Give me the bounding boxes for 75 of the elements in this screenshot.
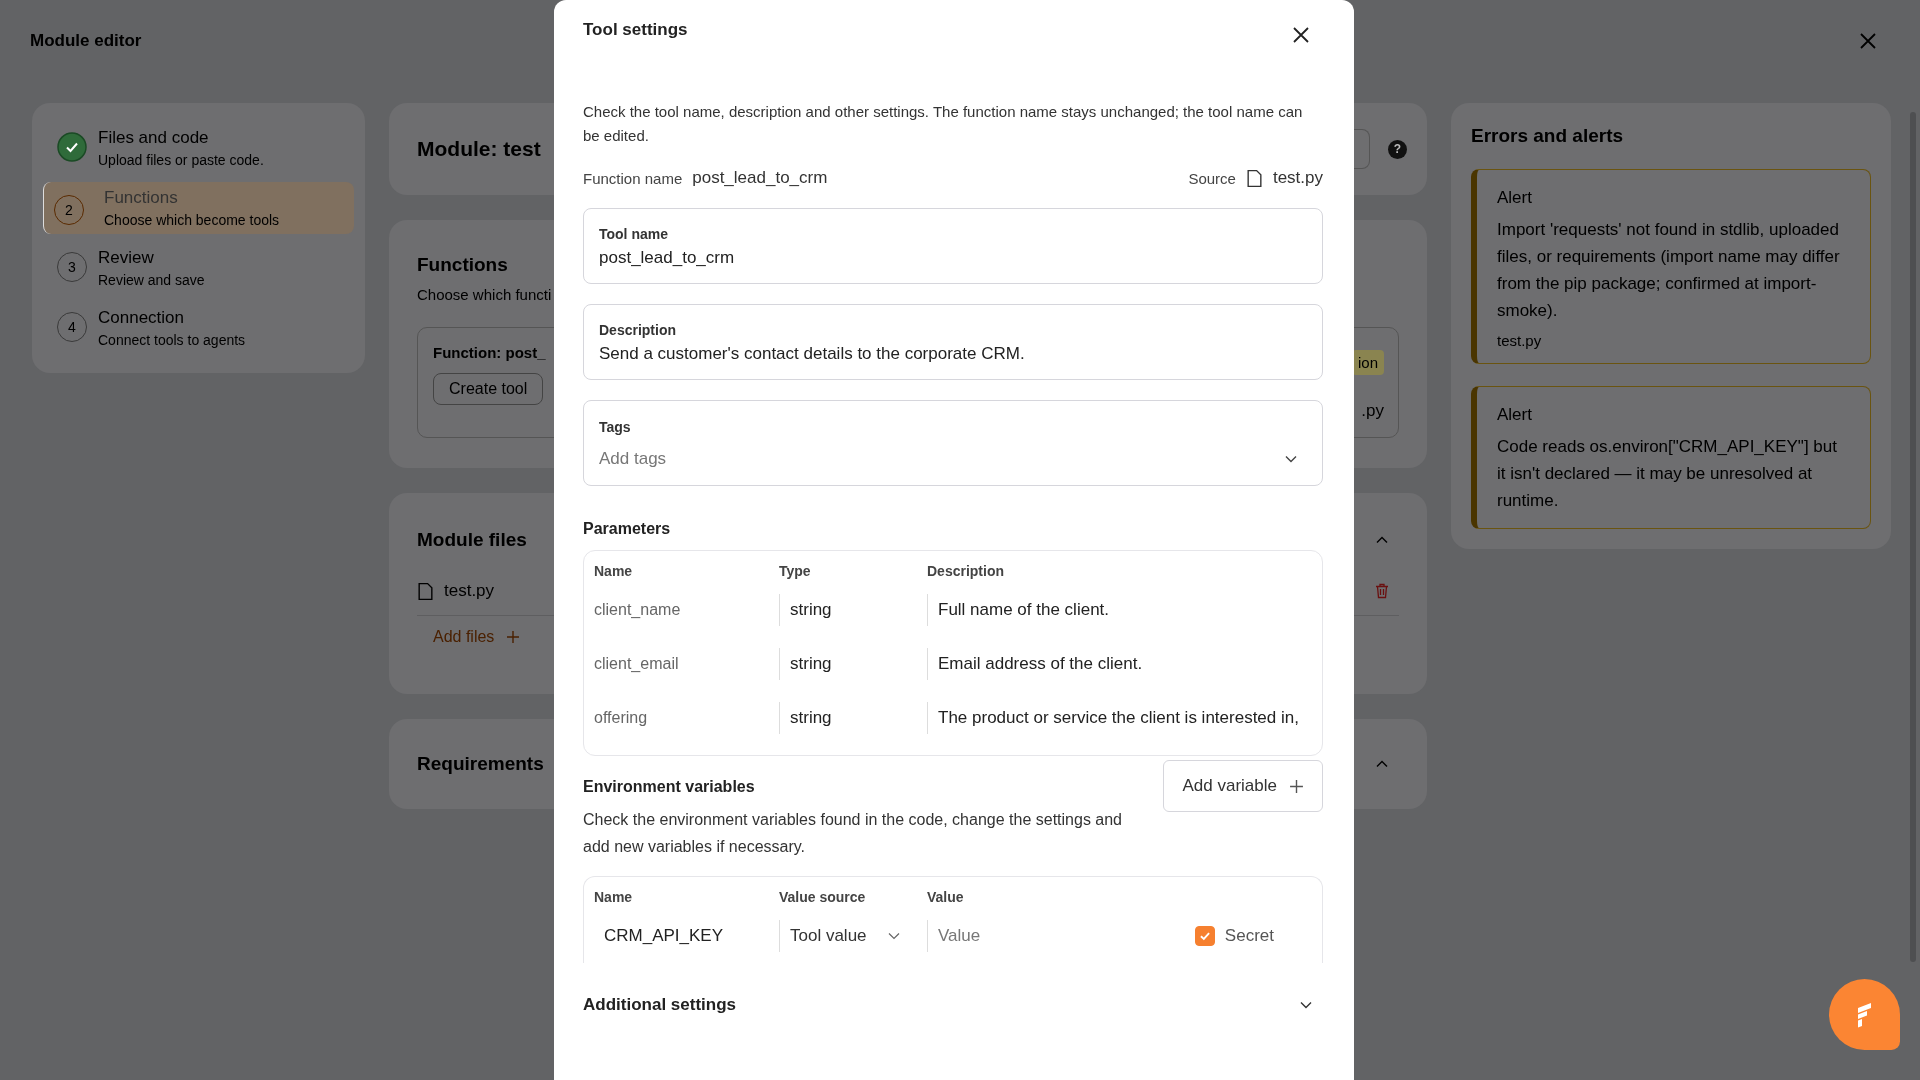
step-item[interactable]: Files and code Upload files or paste code. (43, 122, 354, 174)
trash-icon[interactable] (1375, 583, 1389, 599)
function-name: post_lead_to_crm (692, 168, 828, 188)
dialog-description: Check the tool name, description and other settings. The function name stays unchanged; the tool name can be edited. (583, 102, 1304, 146)
value-source-select[interactable]: Tool value (779, 920, 927, 952)
field-input[interactable]: Send a customer's contact details to the corporate CRM. (599, 344, 1308, 364)
additional-settings-toggle[interactable]: Additional settings (583, 995, 1323, 1015)
column-header: Description (927, 563, 1005, 579)
file-name: test.py (444, 581, 495, 601)
step-item[interactable]: 2 Functions Choose which become tools (43, 182, 354, 234)
step-title: Files and code (98, 128, 210, 148)
alert-message: Code reads os.environ["CRM_API_KEY"] but it isn't declared — it may be unresolved at runtime. (1497, 436, 1838, 512)
panel-title: Errors and alerts (1471, 125, 1625, 147)
tool-name-field[interactable]: Tool name post_lead_to_crm (583, 208, 1323, 284)
alert-title: Alert (1497, 188, 1533, 208)
section-description: Check the environment variables found in the code, change the settings and add new variables if necessary. (583, 810, 1123, 857)
type-field[interactable]: string (779, 594, 927, 626)
description-field[interactable]: Description Send a customer's contact details to the corporate CRM. (583, 304, 1323, 380)
file-icon (417, 581, 434, 601)
alert-file: test.py (1497, 332, 1543, 349)
step-subtitle: Review and save (98, 272, 205, 288)
column-header: Name (594, 563, 634, 579)
dialog-title: Tool settings (583, 20, 688, 40)
create-tool-button[interactable]: Create tool (433, 373, 544, 405)
column-header: Name (594, 889, 634, 905)
step-item[interactable]: 3 Review Review and save (43, 242, 354, 294)
section-subtitle: Choose which functi (417, 286, 552, 303)
source-label: Source (1188, 169, 1236, 187)
field-label: Tags (599, 419, 631, 435)
field-label: Description (599, 322, 676, 338)
type-field[interactable]: string (779, 648, 927, 680)
section-title: Environment variables (583, 778, 756, 796)
parameter-description-field[interactable]: The product or service the client is interested in, (927, 702, 1312, 734)
plus-icon (506, 630, 521, 644)
close-icon[interactable] (1291, 25, 1311, 45)
section-title: Requirements (417, 753, 544, 775)
value-field[interactable]: Value (927, 920, 1195, 952)
section-title: Parameters (583, 520, 672, 538)
field-input[interactable]: post_lead_to_crm (599, 248, 1308, 268)
parameter-description-field[interactable]: Email address of the client. (927, 648, 1312, 680)
column-header: Value (927, 889, 965, 905)
step-item[interactable]: 4 Connection Connect tools to agents (43, 302, 354, 354)
page-title: Module editor (30, 31, 142, 51)
alert-title: Alert (1497, 405, 1533, 425)
source-file: test.py (1272, 168, 1323, 188)
plus-icon (1289, 778, 1304, 794)
source-file: .py (1361, 401, 1384, 421)
step-title: Functions (104, 188, 179, 208)
parameter-name: client_email (594, 655, 680, 673)
secret-checkbox[interactable] (1194, 926, 1215, 946)
step-subtitle: Upload files or paste code. (98, 152, 264, 168)
column-header: Value source (779, 889, 867, 905)
section-title: Functions (417, 254, 508, 276)
function-title: Function: post_ (433, 344, 546, 361)
step-title: Review (98, 248, 155, 268)
tags-field[interactable]: Tags Add tags (583, 400, 1323, 486)
checkbox-label: Secret (1224, 926, 1274, 946)
help-icon[interactable]: ? (1388, 139, 1407, 159)
alert-message: Import 'requests' not found in stdlib, uploaded files, or requirements (import name may differ from the pip package; confirmed at import-smoke). (1497, 219, 1841, 322)
module-title: Module: test (417, 137, 541, 161)
step-subtitle: Choose which become tools (104, 212, 280, 228)
step-subtitle: Connect tools to agents (98, 332, 246, 348)
parameter-name: client_name (594, 601, 682, 619)
step-title: Connection (98, 308, 185, 328)
add-variable-button[interactable]: Add variable (1163, 760, 1323, 812)
column-header: Type (779, 563, 812, 579)
file-icon (1245, 168, 1263, 188)
section-title: Module files (417, 529, 527, 551)
field-label: Tool name (599, 226, 668, 242)
variable-name-field[interactable]: CRM_API_KEY (594, 920, 779, 952)
parameter-name: offering (594, 709, 649, 727)
field-input[interactable]: Add tags (599, 449, 820, 469)
type-field[interactable]: string (779, 702, 927, 734)
function-name-label: Function name (583, 169, 683, 187)
parameter-description-field[interactable]: Full name of the client. (927, 594, 1312, 626)
